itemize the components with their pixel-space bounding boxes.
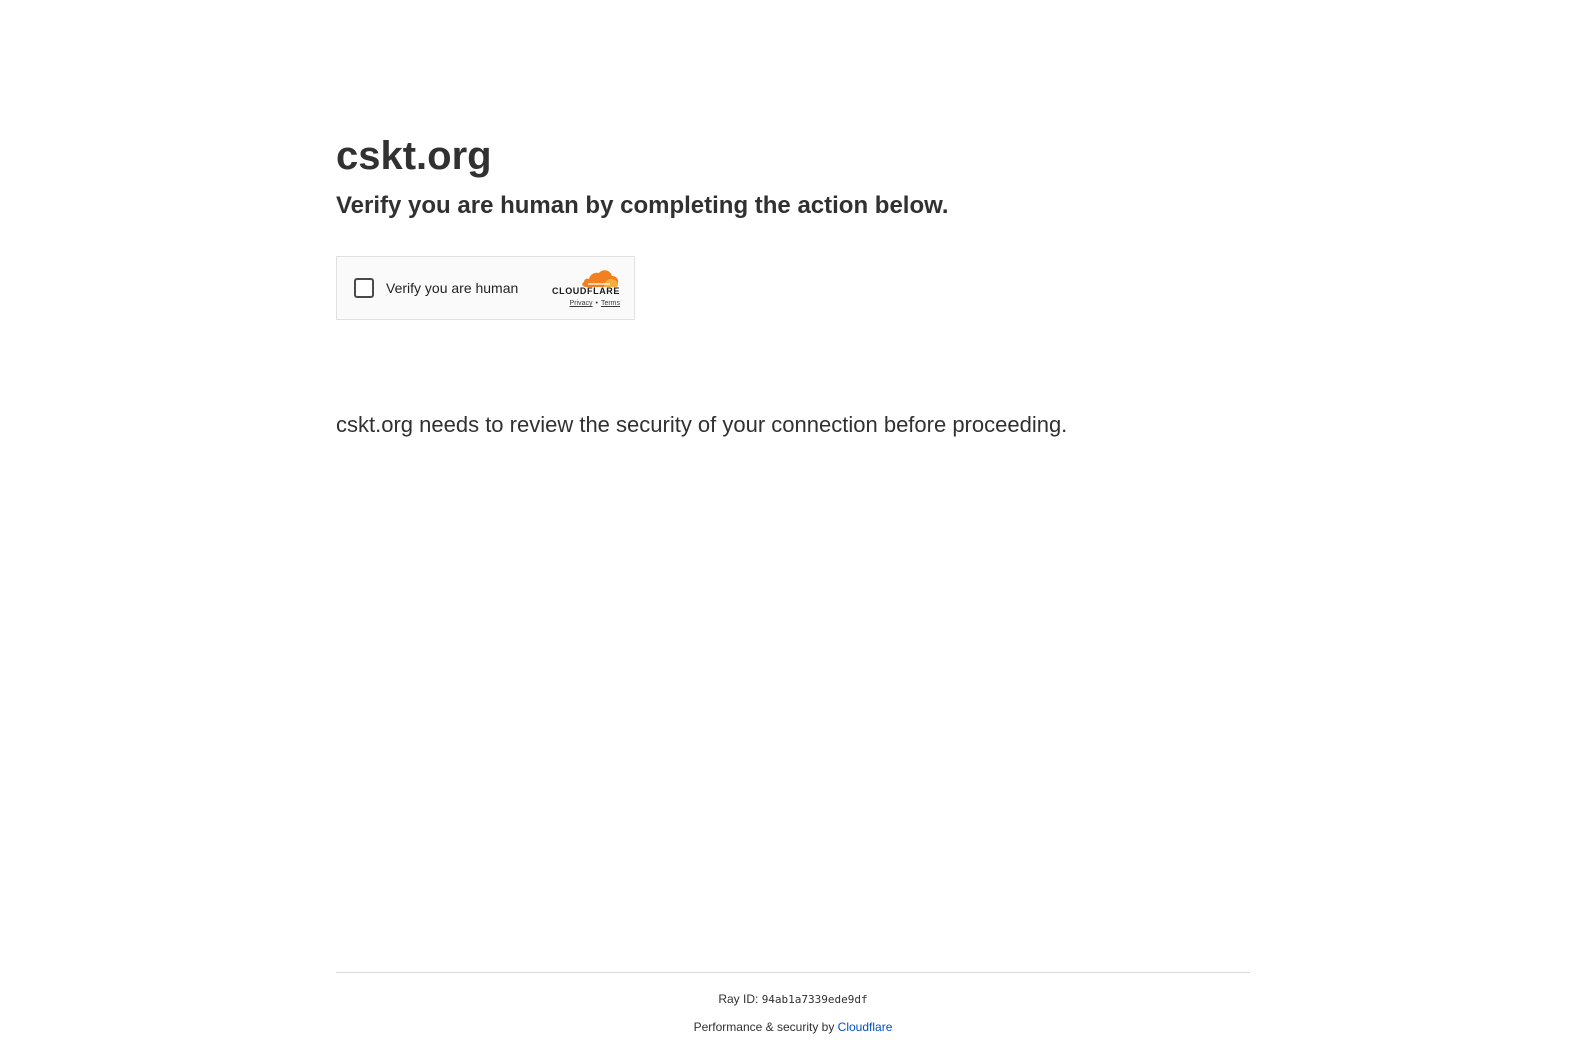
ray-id-line: Ray ID: 94ab1a7339ede9df: [336, 991, 1250, 1008]
widget-links: Privacy • Terms: [570, 300, 620, 307]
security-description: cskt.org needs to review the security of…: [336, 412, 1068, 437]
privacy-link[interactable]: Privacy: [570, 300, 593, 307]
footer: Ray ID: 94ab1a7339ede9df Performance & s…: [336, 972, 1250, 1035]
page-title: cskt.org: [336, 134, 492, 178]
cloudflare-wordmark: CLOUDFLARE: [552, 286, 620, 296]
ray-id-value: 94ab1a7339ede9df: [761, 993, 868, 1006]
challenge-page: cskt.org Verify you are human by complet…: [0, 0, 1584, 1053]
turnstile-widget: Verify you are human CLOUDFLARE Privacy •…: [336, 256, 635, 320]
terms-link[interactable]: Terms: [601, 300, 620, 307]
verify-checkbox-label[interactable]: Verify you are human: [386, 279, 518, 297]
performance-text: Performance & security by: [693, 1020, 835, 1034]
main-content: cskt.org Verify you are human by complet…: [336, 130, 1250, 437]
ray-id-label: Ray ID:: [718, 992, 759, 1006]
performance-line: Performance & security by Cloudflare: [336, 1019, 1250, 1035]
page-subtitle: Verify you are human by completing the a…: [336, 192, 949, 219]
cloudflare-link[interactable]: Cloudflare: [838, 1020, 893, 1034]
link-separator: •: [595, 300, 598, 307]
cloudflare-branding: CLOUDFLARE Privacy • Terms: [530, 267, 620, 313]
verify-checkbox[interactable]: [354, 278, 374, 298]
